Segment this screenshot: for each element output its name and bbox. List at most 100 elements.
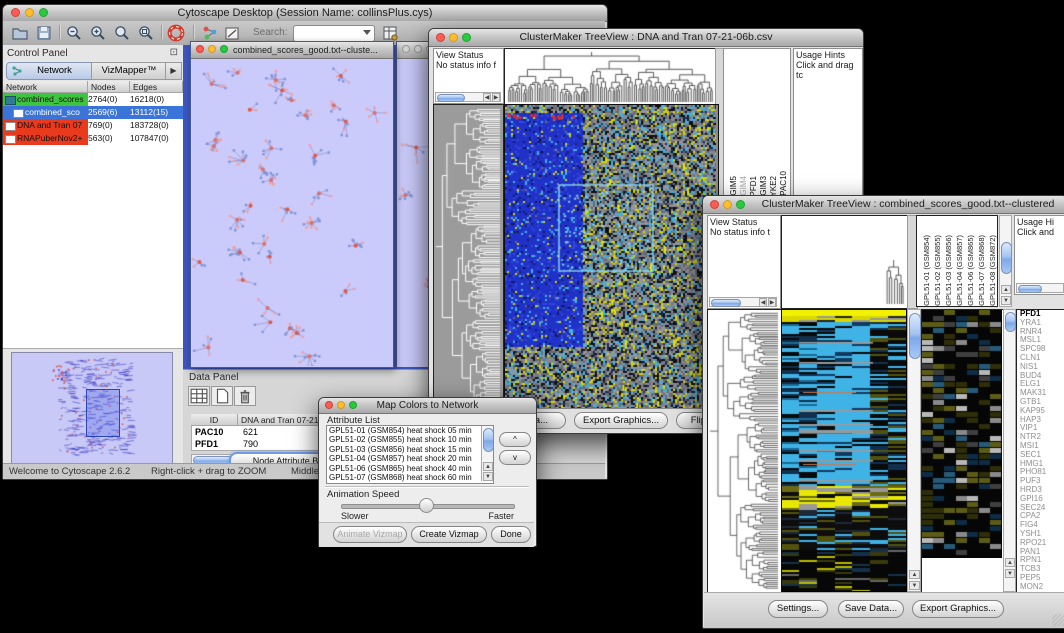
dialog-titlebar[interactable]: Map Colors to Network [319,398,536,414]
attribute-item[interactable]: GPL51-04 (GSM857) heat shock 20 min [327,454,479,463]
scroll-down-icon[interactable]: ▼ [483,472,493,481]
labels-vscrollbar[interactable]: ▲ ▼ [999,215,1012,307]
close-icon[interactable] [11,8,20,17]
chevron-down-icon[interactable] [363,30,371,35]
scrollbar-thumb[interactable] [1018,285,1042,293]
close-icon[interactable] [436,33,445,42]
heatmap-vscrollbar[interactable]: ▲ ▼ [907,309,921,592]
attribute-item[interactable]: GPL51-02 (GSM855) heat shock 10 min [327,435,479,444]
scroll-up-icon[interactable]: ▲ [1001,285,1011,294]
zoom-selected-icon[interactable] [113,24,131,42]
zoom-window-icon[interactable] [220,45,228,53]
network-overview-panel[interactable] [11,352,173,464]
close-icon[interactable] [196,45,204,53]
treeview-dna-titlebar[interactable]: ClusterMaker TreeView : DNA and Tran 07-… [429,29,863,47]
move-down-button[interactable]: v [499,450,531,465]
export-graphics-button[interactable]: Export Graphics... [912,600,1004,618]
view-status-scrollbar[interactable]: ◀ ▶ [709,297,777,307]
column-header[interactable]: ID [191,414,238,426]
scroll-up-icon[interactable]: ▲ [1005,558,1015,567]
scroll-down-icon[interactable]: ▼ [1001,296,1011,305]
minimize-icon[interactable] [25,8,34,17]
table-row[interactable]: PFD1 [192,438,239,450]
column-dendrogram-panel[interactable] [504,48,719,106]
table-row[interactable]: PAC10 [192,426,239,438]
minimize-icon[interactable] [414,45,422,53]
table-mode-button[interactable] [188,386,210,406]
tab-network[interactable]: Network [6,62,93,80]
scroll-left-icon[interactable]: ◀ [759,298,767,307]
close-icon[interactable] [402,45,410,53]
search-input[interactable] [293,25,375,42]
scrollbar-thumb[interactable] [711,299,741,307]
scroll-up-icon[interactable]: ▲ [909,570,920,579]
tab-overflow-arrow[interactable]: ▶ [165,62,182,80]
create-vizmap-button[interactable]: Create Vizmap [411,526,487,543]
open-file-icon[interactable] [11,24,29,42]
move-up-button[interactable]: ^ [499,432,531,447]
main-titlebar[interactable]: Cytoscape Desktop (Session Name: collins… [3,5,607,22]
zoom-window-icon[interactable] [736,200,745,209]
scrollbar-thumb[interactable] [483,428,494,452]
float-panel-icon[interactable]: ⊡ [170,47,178,58]
zoom-window-icon[interactable] [462,33,471,42]
zoom-window-icon[interactable] [349,401,357,409]
column-header[interactable]: Edges [130,81,183,93]
gene-label[interactable]: MON2 [1017,583,1064,592]
scroll-right-icon[interactable]: ▶ [768,298,776,307]
zoom-fit-icon[interactable] [137,24,155,42]
network-tree-row[interactable]: combined_sco 2569(6) 13112(15) [3,106,183,119]
heatmap-panel[interactable] [781,309,909,594]
scroll-left-icon[interactable]: ◀ [483,93,491,102]
column-header[interactable]: Nodes [88,81,130,93]
network-canvas[interactable] [191,59,391,366]
overview-viewport-rect[interactable] [86,389,120,437]
attribute-table-icon[interactable] [381,24,399,42]
row-dendrogram-panel[interactable] [707,309,783,594]
zoom-in-icon[interactable] [89,24,107,42]
minimize-icon[interactable] [449,33,458,42]
zoom-out-icon[interactable] [65,24,83,42]
scrollbar-thumb[interactable] [909,313,921,359]
minimize-icon[interactable] [723,200,732,209]
attribute-listbox[interactable]: GPL51-01 (GSM854) heat shock 05 minGPL51… [326,425,494,484]
minimize-icon[interactable] [208,45,216,53]
attribute-item[interactable]: GPL51-03 (GSM856) heat shock 15 min [327,445,479,454]
slider-thumb[interactable] [419,498,434,513]
zoom-window-icon[interactable] [39,8,48,17]
attribute-list-scrollbar[interactable]: ▲ ▼ [481,426,493,481]
close-icon[interactable] [710,200,719,209]
network-nodes-icon[interactable] [201,24,219,42]
attribute-item[interactable]: GPL51-07 (GSM868) heat shock 60 min [327,473,479,482]
tab-vizmapper[interactable]: VizMapper™ [91,62,167,80]
gene-list-vscrollbar[interactable]: ▲ ▼ [1003,309,1016,592]
scroll-right-icon[interactable]: ▶ [492,93,500,102]
minimize-icon[interactable] [337,401,345,409]
view-status-scrollbar[interactable]: ◀ ▶ [435,92,501,102]
scroll-down-icon[interactable]: ▼ [909,581,920,590]
save-data-button[interactable]: Save Data... [838,600,904,618]
zoom-heatmap-panel[interactable] [921,309,1005,594]
network-tree-row[interactable]: DNA and Tran 07 769(0) 183728(0) [3,119,183,132]
heatmap-panel[interactable] [504,104,719,411]
annotation-icon[interactable] [223,24,241,42]
row-dendrogram-panel[interactable] [433,104,504,411]
network-tree-row[interactable]: RNAPuberNov2+ 563(0) 107847(0) [3,132,183,145]
scroll-down-icon[interactable]: ▼ [1005,569,1015,578]
scrollbar-thumb[interactable] [437,94,465,102]
scroll-up-icon[interactable]: ▲ [483,462,493,471]
resize-grip[interactable] [1052,614,1064,626]
usage-hints-scrollbar[interactable] [1016,283,1064,293]
network-view-titlebar[interactable]: combined_scores_good.txt--cluste... [191,42,393,59]
treeview-combined-titlebar[interactable]: ClusterMaker TreeView : combined_scores_… [703,196,1064,214]
help-lifebuoy-icon[interactable] [167,24,185,42]
export-graphics-button[interactable]: Export Graphics... [574,412,668,429]
attribute-item[interactable]: GPL51-06 (GSM865) heat shock 40 min [327,464,479,473]
new-attribute-button[interactable] [211,386,233,406]
scrollbar-thumb[interactable] [1005,312,1016,332]
scrollbar-thumb[interactable] [1001,242,1012,274]
save-icon[interactable] [35,24,53,42]
done-button[interactable]: Done [491,526,531,543]
settings-button[interactable]: Settings... [768,600,828,618]
close-icon[interactable] [325,401,333,409]
